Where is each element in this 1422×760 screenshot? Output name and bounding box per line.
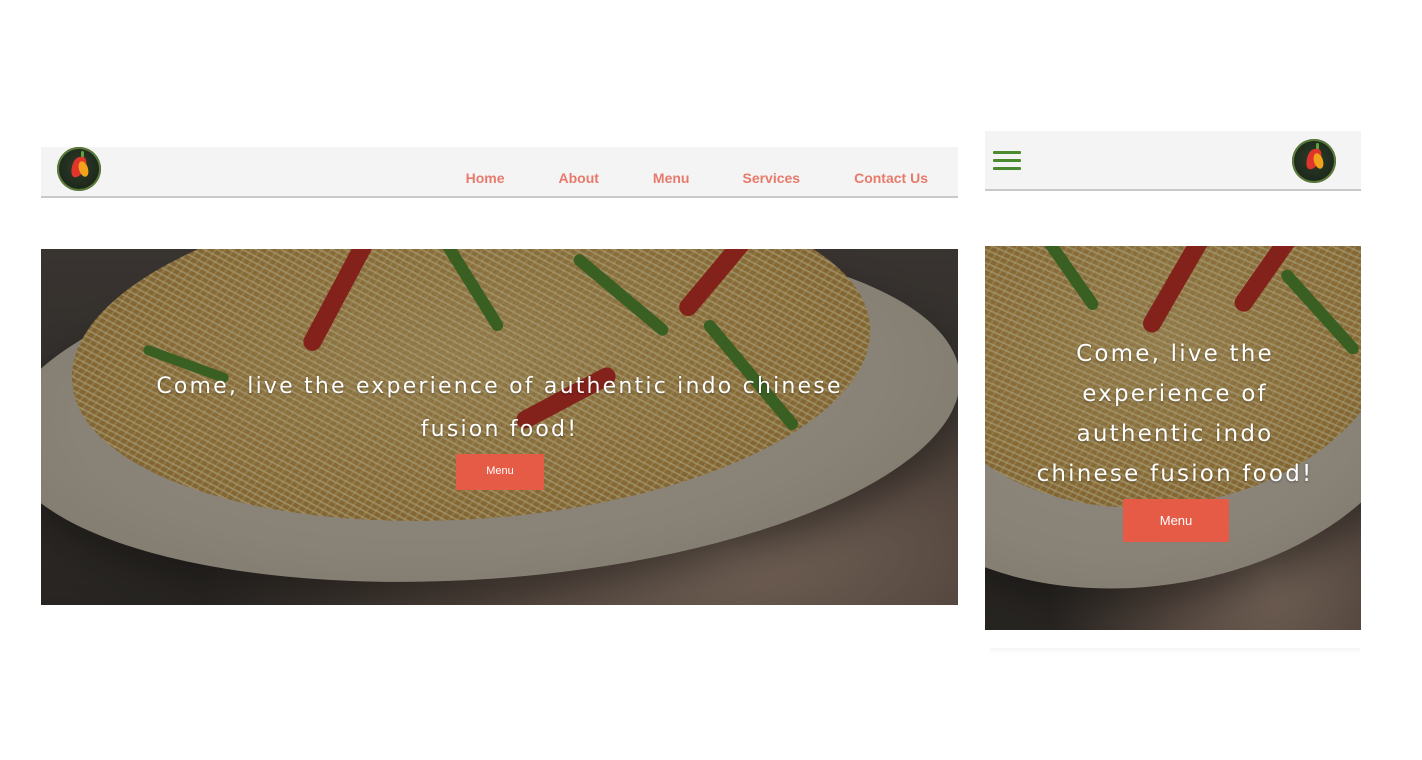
nav-home[interactable]: Home bbox=[466, 170, 505, 186]
nav-contact-us[interactable]: Contact Us bbox=[854, 170, 928, 186]
nav-services[interactable]: Services bbox=[742, 170, 800, 186]
desktop-nav: Home About Menu Services Contact Us bbox=[466, 170, 928, 186]
mockup-stage: Home About Menu Services Contact Us Come… bbox=[0, 0, 1422, 760]
hero-headline: Come, live the experience of authentic i… bbox=[156, 374, 843, 442]
desktop-header: Home About Menu Services Contact Us bbox=[41, 147, 958, 198]
desktop-hero: Come, live the experience of authentic i… bbox=[41, 249, 958, 605]
hero-headline: Come, live the experience of authentic i… bbox=[1036, 341, 1314, 487]
hamburger-menu-icon[interactable] bbox=[993, 151, 1021, 171]
mobile-footer-divider bbox=[990, 648, 1360, 654]
restaurant-logo[interactable] bbox=[1292, 139, 1336, 183]
mobile-header bbox=[985, 131, 1361, 191]
menu-button[interactable]: Menu bbox=[456, 454, 544, 490]
nav-menu[interactable]: Menu bbox=[653, 170, 690, 186]
restaurant-logo[interactable] bbox=[57, 147, 101, 191]
mobile-hero: Come, live the experience of authentic i… bbox=[985, 246, 1361, 630]
nav-about[interactable]: About bbox=[558, 170, 598, 186]
menu-button[interactable]: Menu bbox=[1123, 499, 1229, 542]
